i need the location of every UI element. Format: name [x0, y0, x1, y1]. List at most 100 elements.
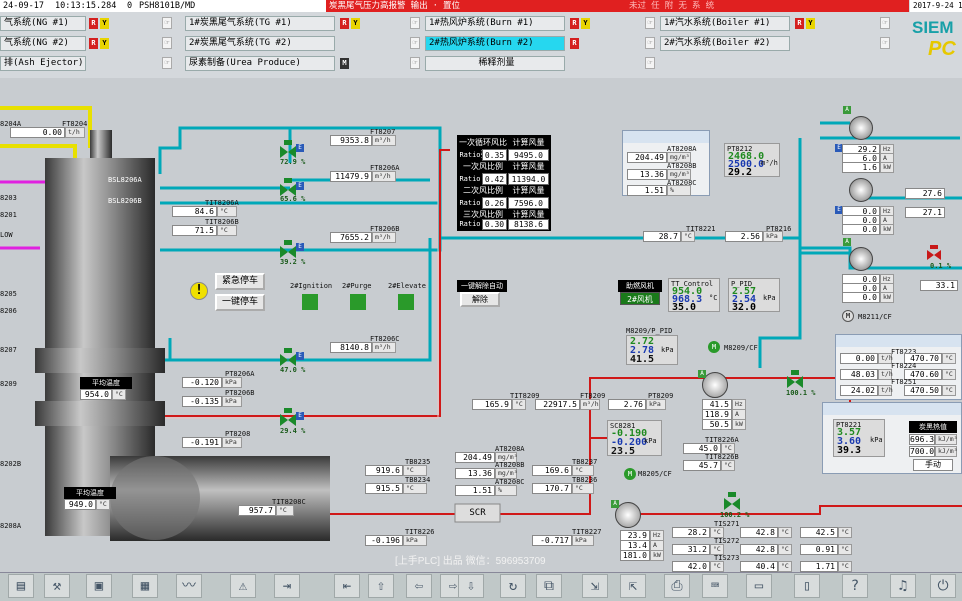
print-icon[interactable]: ⎙ [664, 574, 690, 598]
exit-icon[interactable]: ⏻ [930, 574, 956, 598]
system-ng2-button[interactable]: 气系统(NG #2) [0, 36, 86, 51]
ratio-value-1[interactable]: 0.35 [482, 149, 507, 161]
boiler-table-popup[interactable]: FT8223 0.00 t/h 470.70 °C FT8224 48.03 t… [835, 334, 962, 400]
system-burn2-button[interactable]: 2#热风炉系统(Burn #2) [425, 36, 565, 51]
ignition-status-icon[interactable] [302, 294, 318, 310]
nav-down-icon[interactable]: ⇩ [458, 574, 484, 598]
valve-icon[interactable] [785, 370, 805, 390]
alarm-icon[interactable]: ⚠ [230, 574, 256, 598]
popup-at-c-unit: % [667, 185, 691, 196]
hand-icon[interactable]: ☞ [880, 37, 890, 49]
motor-icon[interactable]: M [842, 310, 854, 322]
login-icon[interactable]: ⇲ [582, 574, 608, 598]
folder-icon[interactable]: ▣ [86, 574, 112, 598]
recipe-icon[interactable]: ▤ [8, 574, 34, 598]
pump-icon[interactable] [849, 247, 873, 271]
logout-icon[interactable]: ⇱ [620, 574, 646, 598]
tit8227-unit: kPa [572, 535, 594, 546]
pt8206b-unit: kPa [222, 396, 242, 407]
popup-titlebar[interactable] [623, 131, 709, 143]
manual-mode-button[interactable]: 手动 [913, 459, 953, 471]
pt8212-panel[interactable]: PT8212 2468.0 2500.0 29.2 m³/h [724, 143, 780, 178]
hand-icon[interactable]: ☞ [410, 37, 420, 49]
hand-icon[interactable]: ☞ [880, 17, 890, 29]
system-urea-button[interactable]: 尿素制备(Urea Produce) [185, 56, 335, 71]
hand-icon[interactable]: ☞ [162, 17, 172, 29]
copy-icon[interactable]: ⧉ [536, 574, 562, 598]
ratio-value-2[interactable]: 0.42 [482, 173, 507, 185]
heat-value-popup[interactable]: PT8221 3.57 3.60 39.3 kPa 炭黑热值 696.3 kJ/… [822, 402, 962, 474]
pump-icon[interactable] [849, 178, 873, 202]
nav-back-icon[interactable]: ⇦ [406, 574, 432, 598]
nav-first-icon[interactable]: ⇤ [334, 574, 360, 598]
speaker-icon[interactable]: ♫ [890, 574, 916, 598]
pt8221-value-3: 39.3 [837, 445, 862, 456]
fan-2-button[interactable]: 2#风机 [620, 292, 660, 305]
sc8281-panel[interactable]: SC8281 -0.190 -0.200 23.5 kPa [607, 420, 662, 457]
table-r1-u2: °C [942, 353, 956, 364]
sc8281-unit: kPa [644, 437, 657, 445]
hand-icon[interactable]: ☞ [645, 37, 655, 49]
one-key-stop-button[interactable]: 一键停车 [215, 294, 265, 311]
popup-at-a-value: 204.49 [627, 152, 667, 163]
heat-value-2[interactable]: 700.0 [909, 446, 935, 457]
export-icon[interactable]: ⇥ [274, 574, 300, 598]
refresh-icon[interactable]: ↻ [500, 574, 526, 598]
popup-titlebar[interactable] [823, 403, 961, 415]
motor-icon[interactable]: M [708, 341, 720, 353]
emergency-stop-button[interactable]: 紧急停车 [215, 273, 265, 290]
system-tg1-button[interactable]: 1#炭黑尾气系统(TG #1) [185, 16, 335, 31]
valve-icon[interactable] [278, 348, 298, 368]
elevate-status-icon[interactable] [398, 294, 414, 310]
save-icon[interactable]: ▭ [746, 574, 772, 598]
nav-up-icon[interactable]: ⇧ [368, 574, 394, 598]
valve-icon[interactable] [278, 140, 298, 160]
system-boiler1-button[interactable]: 1#汽水系统(Boiler #1) [660, 16, 790, 31]
tag-low: LOW [0, 231, 13, 239]
system-tg2-button[interactable]: 2#炭黑尾气系统(TG #2) [185, 36, 335, 51]
pump-icon[interactable] [849, 116, 873, 140]
pt8221-panel[interactable]: PT8221 3.57 3.60 39.3 kPa [833, 419, 885, 457]
tb8237-value: 169.6 [532, 465, 572, 476]
ratio-value-3[interactable]: 0.26 [482, 197, 507, 209]
a-badge: A [843, 238, 851, 246]
m8209-panel[interactable]: 2.72 2.78 41.5 kPa [626, 335, 678, 365]
popup-titlebar[interactable] [836, 335, 961, 347]
ft8206b-value: 7655.2 [330, 232, 372, 243]
hand-icon[interactable]: ☞ [410, 17, 420, 29]
trend-icon[interactable]: 〰 [176, 574, 202, 598]
system-ash-button[interactable]: 排(Ash Ejector) [0, 56, 86, 71]
purge-status-icon[interactable] [350, 294, 366, 310]
valve-icon[interactable] [278, 408, 298, 428]
tis271-c: 42.5 [800, 527, 838, 538]
tools-icon[interactable]: ⚒ [44, 574, 70, 598]
system-burn1-button[interactable]: 1#热风炉系统(Burn #1) [425, 16, 565, 31]
system-ng1-button[interactable]: 气系统(NG #1) [0, 16, 86, 31]
valve-icon[interactable] [278, 240, 298, 260]
alarm-message[interactable]: 炭黑尾气压力高报警 输出 · 置位 [326, 0, 626, 12]
analyzer-popup[interactable]: AT8208A 204.49 mg/m³ AT8208B 13.36 mg/m³… [622, 130, 710, 196]
hand-icon[interactable]: ☞ [645, 57, 655, 69]
disk-icon[interactable]: ▯ [794, 574, 820, 598]
valve-icon[interactable] [925, 245, 943, 263]
auto-release-label: 一键解除自动 [457, 280, 507, 292]
help-icon[interactable]: ? [842, 574, 868, 598]
e-badge: E [296, 144, 304, 152]
heat-value-label: 炭黑热值 [909, 421, 957, 433]
ratio-value-4[interactable]: 0.30 [482, 219, 507, 230]
system-boiler2-button[interactable]: 2#汽水系统(Boiler #2) [660, 36, 790, 51]
hand-icon[interactable]: ☞ [162, 37, 172, 49]
hand-icon[interactable]: ☞ [162, 57, 172, 69]
report-icon[interactable]: ▦ [132, 574, 158, 598]
release-button[interactable]: 解除 [460, 292, 500, 307]
system-dilution-button[interactable]: 稀释剂量 [425, 56, 565, 71]
valve-2-pct: 65.6 % [280, 195, 306, 203]
keyboard-icon[interactable]: ⌨ [702, 574, 728, 598]
motor-icon[interactable]: M [624, 468, 636, 480]
tt-control-panel[interactable]: TT_Control 954.0 968.3 35.0 °C [668, 278, 720, 313]
p-pid-panel[interactable]: P_PID 2.57 2.54 32.0 kPa [728, 278, 780, 313]
valve-icon[interactable] [722, 492, 742, 512]
alarm-message-extra[interactable]: 未过 任 附 无 系 统 [626, 0, 909, 12]
hand-icon[interactable]: ☞ [645, 17, 655, 29]
hand-icon[interactable]: ☞ [410, 57, 420, 69]
